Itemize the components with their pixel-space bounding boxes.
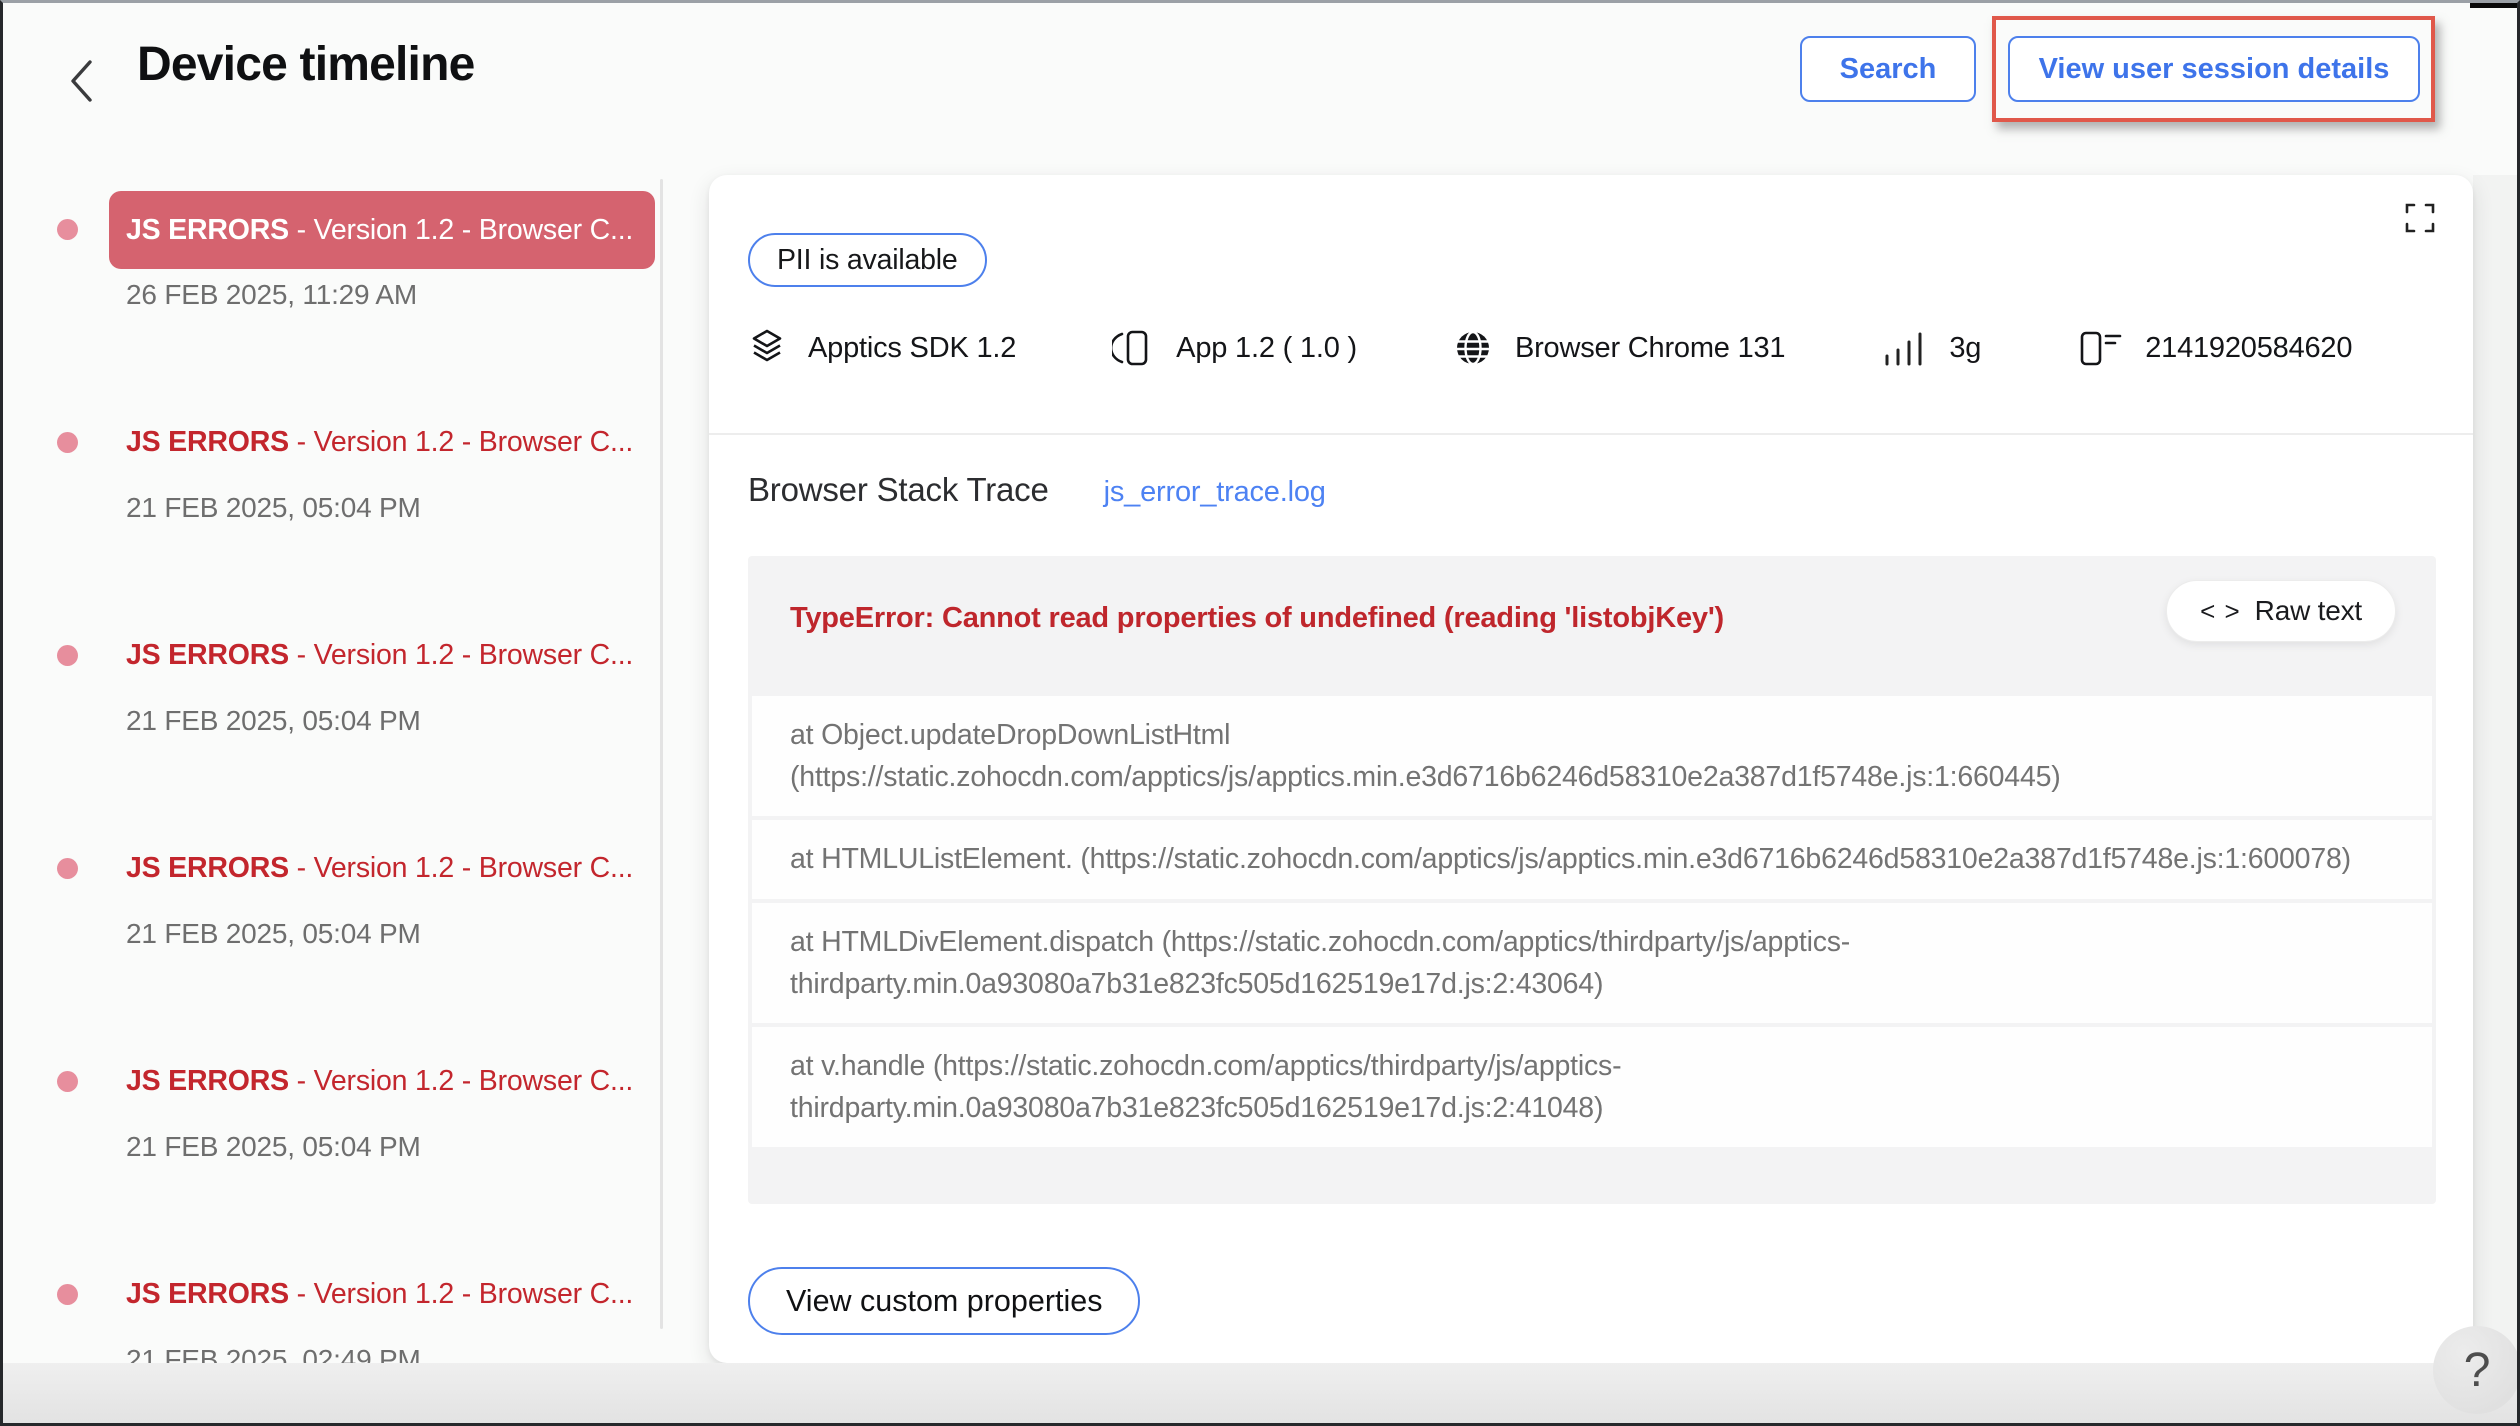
layers-icon (748, 328, 786, 368)
pii-available-badge: PII is available (748, 233, 987, 287)
timeline-dot-icon (57, 858, 78, 879)
item-title-rest: - Version 1.2 - Browser C... (288, 852, 634, 884)
stack-frame-list: at Object.updateDropDownListHtml (https:… (748, 696, 2436, 1148)
error-type-label: JS ERRORS (126, 213, 289, 246)
mobile-app-icon (1112, 327, 1154, 369)
search-button[interactable]: Search (1800, 36, 1976, 102)
timeline-list-item[interactable]: JS ERRORS - Version 1.2 - Browser C... 21… (3, 1043, 663, 1213)
meta-label: Apptics SDK 1.2 (808, 331, 1017, 364)
timeline-item-title[interactable]: JS ERRORS - Version 1.2 - Browser C... (126, 1278, 658, 1311)
page-title: Device timeline (137, 38, 475, 91)
expand-icon (2405, 203, 2435, 233)
section-title: Browser Stack Trace (748, 471, 1049, 508)
meta-item-device-id: 2141920584620 (2077, 327, 2352, 369)
device-timeline-screen: Device timeline Search View user session… (0, 0, 2520, 1426)
item-title-rest: - Version 1.2 - Browser C... (288, 1278, 634, 1310)
timeline-item-title[interactable]: JS ERRORS - Version 1.2 - Browser C... (126, 852, 658, 885)
timeline-item-title-selected[interactable]: JS ERRORS - Version 1.2 - Browser C... (109, 191, 655, 269)
meta-item-signal: 3g (1881, 328, 1981, 368)
error-type-label: JS ERRORS (126, 426, 289, 458)
item-timestamp: 21 FEB 2025, 05:04 PM (126, 918, 421, 949)
view-custom-properties-button[interactable]: View custom properties (748, 1267, 1141, 1335)
meta-item-mobile-app: App 1.2 ( 1.0 ) (1112, 327, 1357, 369)
error-trace-log-link[interactable]: js_error_trace.log (1104, 476, 1326, 509)
page-bottom-strip (3, 1363, 2517, 1423)
device-meta-row: Apptics SDK 1.2 App 1.2 ( 1.0 ) Browser Ch… (748, 319, 2413, 377)
error-type-label: JS ERRORS (126, 639, 289, 671)
raw-text-label: Raw text (2254, 595, 2363, 626)
stack-frame-row: at HTMLUListElement. (https://static.zoh… (752, 820, 2432, 899)
timeline-list-item[interactable]: JS ERRORS - Version 1.2 - Browser C... 21… (3, 617, 663, 787)
window-corner-artifact (2470, 3, 2517, 8)
help-button[interactable]: ? (2433, 1326, 2517, 1414)
item-title-rest: - Version 1.2 - Browser C... (288, 426, 634, 458)
divider (709, 433, 2473, 435)
back-button[interactable] (59, 53, 103, 109)
timeline-dot-icon (57, 645, 78, 666)
stack-frame-row: at Object.updateDropDownListHtml (https:… (752, 696, 2432, 817)
error-type-label: JS ERRORS (126, 1065, 289, 1097)
item-timestamp: 21 FEB 2025, 05:04 PM (126, 492, 421, 523)
timeline-item-title[interactable]: JS ERRORS - Version 1.2 - Browser C... (126, 426, 658, 459)
session-detail-card: PII is available Apptics SDK 1.2 App 1.2 … (709, 175, 2473, 1363)
stack-frame-row: at HTMLDivElement.dispatch (https://stat… (752, 902, 2432, 1023)
error-type-label: JS ERRORS (126, 1278, 289, 1310)
error-type-label: JS ERRORS (126, 852, 289, 884)
raw-text-button[interactable]: < > Raw text (2166, 580, 2396, 642)
item-title-rest: - Version 1.2 - Browser C... (288, 213, 634, 246)
item-title-rest: - Version 1.2 - Browser C... (288, 1065, 634, 1097)
meta-label: 3g (1949, 331, 1982, 364)
page-background-strip (2473, 175, 2517, 1363)
item-timestamp: 21 FEB 2025, 05:04 PM (126, 1131, 421, 1162)
globe-icon (1453, 328, 1493, 368)
timeline-item-title[interactable]: JS ERRORS - Version 1.2 - Browser C... (126, 1065, 658, 1098)
timeline-list-item[interactable]: JS ERRORS - Version 1.2 - Browser C... 21… (3, 830, 663, 1000)
timeline-dot-icon (57, 219, 78, 240)
code-brackets-icon: < > (2200, 595, 2241, 626)
stack-frame-row: at v.handle (https://static.zohocdn.com/… (752, 1026, 2432, 1148)
chevron-left-icon (71, 60, 92, 102)
timeline-dot-icon (57, 432, 78, 453)
meta-item-layers: Apptics SDK 1.2 (748, 328, 1016, 368)
timeline-list-item[interactable]: JS ERRORS - Version 1.2 - Browser C... 21… (3, 404, 663, 574)
signal-icon (1881, 328, 1927, 368)
meta-item-globe: Browser Chrome 131 (1453, 328, 1786, 368)
timeline-dot-icon (57, 1071, 78, 1092)
timeline-list-item[interactable]: JS ERRORS - Version 1.2 - Browser C... 26… (3, 191, 663, 361)
view-user-session-details-button[interactable]: View user session details (2008, 36, 2420, 102)
timeline-item-title[interactable]: JS ERRORS - Version 1.2 - Browser C... (126, 639, 658, 672)
meta-label: Browser Chrome 131 (1514, 331, 1786, 364)
stack-trace-header: TypeError: Cannot read properties of und… (748, 556, 2436, 696)
device-id-icon (2077, 327, 2123, 369)
stack-trace-panel: TypeError: Cannot read properties of und… (748, 556, 2436, 1204)
meta-label: 2141920584620 (2145, 331, 2353, 364)
error-message: TypeError: Cannot read properties of und… (790, 602, 1724, 634)
item-timestamp: 21 FEB 2025, 05:04 PM (126, 705, 421, 736)
item-title-rest: - Version 1.2 - Browser C... (288, 639, 634, 671)
timeline-dot-icon (57, 1284, 78, 1305)
meta-label: App 1.2 ( 1.0 ) (1176, 331, 1357, 364)
item-timestamp: 26 FEB 2025, 11:29 AM (126, 279, 418, 310)
expand-fullscreen-button[interactable] (2403, 201, 2437, 235)
timeline-scrollbar[interactable] (660, 179, 663, 1329)
